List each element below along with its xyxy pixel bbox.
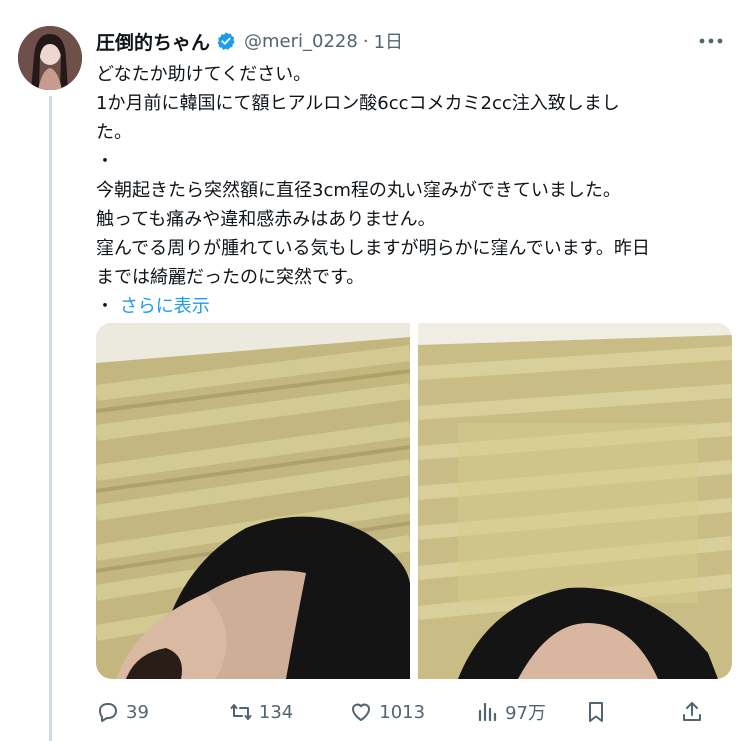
bullet: ・ [96,296,114,317]
show-more-row: ・ さらに表示 [96,292,736,321]
like-count: 1013 [379,701,426,723]
photo-2[interactable] [418,323,732,679]
tweet-header: 圧倒的ちゃん @meri_0228 · 1日 [96,24,730,58]
views-button[interactable]: 97万 [475,699,546,725]
tweet-line: ・ [96,151,114,172]
media-grid [96,323,732,679]
retweet-icon [230,704,252,720]
verified-badge-icon [216,31,236,51]
like-icon [352,703,371,721]
more-icon[interactable] [696,28,726,54]
tweet-line: た。 [96,122,132,143]
photo-1[interactable] [96,323,410,679]
views-count: 97万 [505,703,546,724]
separator-dot: · [362,30,369,52]
thread-line [49,96,52,741]
action-bar: 39 134 1013 97万 [96,694,736,730]
handle[interactable]: @meri_0228 [244,31,358,52]
reply-count: 39 [126,701,149,723]
tweet-line: 1か月前に韓国にて額ヒアルロン酸6ccコメカミ2cc注入致しまし [96,93,620,114]
tweet-line: 触っても痛みや違和感赤みはありません。 [96,209,436,230]
bookmark-button[interactable] [584,700,614,724]
tweet-text: どなたか助けてください。 1か月前に韓国にて額ヒアルロン酸6ccコメカミ2cc注… [96,60,736,321]
tweet-line: 今朝起きたら突然額に直径3cm程の丸い窪みができていました。 [96,180,621,201]
display-name[interactable]: 圧倒的ちゃん [96,28,210,55]
tweet-line: 窪んでる周りが腫れている気もしますが明らかに窪んでいます。昨日 [96,238,650,259]
retweet-button[interactable]: 134 [229,700,293,724]
share-icon [682,702,701,721]
tweet-line: どなたか助けてください。 [96,64,312,85]
bookmark-icon [588,702,603,722]
timestamp[interactable]: 1日 [374,28,403,54]
show-more-link[interactable]: さらに表示 [120,296,210,317]
share-button[interactable] [680,700,710,724]
reply-button[interactable]: 39 [96,700,149,724]
retweet-count: 134 [258,701,294,723]
tweet-line: までは綺麗だったのに突然です。 [96,267,365,288]
views-icon [478,702,497,722]
like-button[interactable]: 1013 [349,700,425,724]
reply-icon [99,703,117,722]
avatar[interactable] [18,26,82,90]
